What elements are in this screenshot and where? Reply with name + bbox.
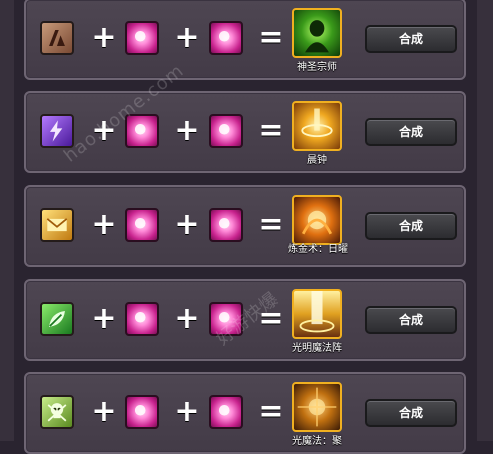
equals-sign: = [258,394,284,429]
result-name: 神圣宗师 [297,62,337,73]
plus-sign: + [174,113,200,148]
craft-button[interactable]: 合成 [365,399,457,427]
recipe-row-1: + + = 神圣宗师 合成 [24,0,466,80]
pink-gem-icon[interactable] [125,208,159,242]
equals-sign: = [258,301,284,336]
plus-sign: + [91,301,117,336]
pink-gem-icon[interactable] [125,395,159,429]
purple-lightning-rune-icon[interactable] [40,114,74,148]
alchemy-sun-result-icon[interactable] [292,195,342,245]
brown-rune-icon[interactable] [40,21,74,55]
recipe-row-5: + + = 光魔法：聚 合成 [24,372,466,454]
plus-sign: + [174,207,200,242]
recipe-list: + + = 神圣宗师 合成 + + = 晨钟 合成 + + = 炼金术：日曜 合… [24,0,466,454]
craft-button[interactable]: 合成 [365,118,457,146]
pink-gem-icon[interactable] [125,302,159,336]
equals-sign: = [258,113,284,148]
recipe-row-2: + + = 晨钟 合成 [24,91,466,173]
pink-gem-icon[interactable] [209,208,243,242]
holy-master-result-icon[interactable] [292,8,342,58]
pink-gem-icon[interactable] [209,395,243,429]
pink-gem-icon[interactable] [209,21,243,55]
plus-sign: + [174,20,200,55]
light-magic-gather-result-icon[interactable] [292,382,342,432]
right-panel-edge [477,0,493,441]
pink-gem-icon[interactable] [209,114,243,148]
plus-sign: + [91,207,117,242]
light-magic-circle-result-icon[interactable] [292,289,342,339]
plus-sign: + [91,20,117,55]
result-name: 光明魔法阵 [292,343,342,354]
pink-gem-icon[interactable] [125,114,159,148]
craft-button[interactable]: 合成 [365,306,457,334]
recipe-row-3: + + = 炼金术：日曜 合成 [24,185,466,267]
green-leaf-rune-icon[interactable] [40,302,74,336]
morning-bell-result-icon[interactable] [292,101,342,151]
craft-button[interactable]: 合成 [365,25,457,53]
result-name: 晨钟 [307,155,327,166]
plus-sign: + [174,301,200,336]
result-name: 光魔法：聚 [292,436,342,447]
plus-sign: + [174,394,200,429]
pink-gem-icon[interactable] [209,302,243,336]
pink-gem-icon[interactable] [125,21,159,55]
result-name: 炼金术：日曜 [288,244,348,255]
skull-rune-icon[interactable] [40,395,74,429]
craft-button[interactable]: 合成 [365,212,457,240]
gold-envelope-rune-icon[interactable] [40,208,74,242]
plus-sign: + [91,394,117,429]
left-panel-edge [0,0,14,441]
equals-sign: = [258,20,284,55]
recipe-row-4: + + = 光明魔法阵 合成 [24,279,466,361]
plus-sign: + [91,113,117,148]
equals-sign: = [258,207,284,242]
